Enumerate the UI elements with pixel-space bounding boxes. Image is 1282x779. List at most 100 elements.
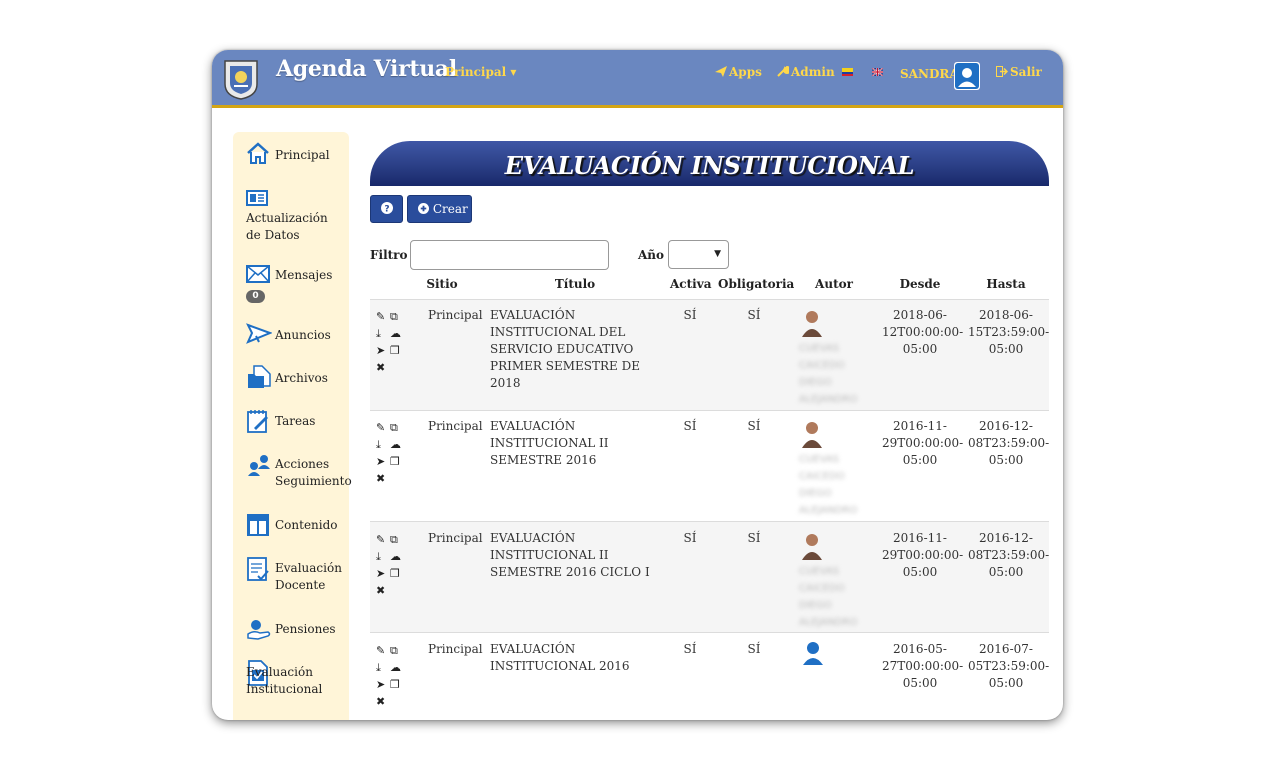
column-header-sitio[interactable]: Sitio — [420, 277, 464, 291]
edit-icon[interactable]: ⧉ — [390, 308, 404, 325]
english-flag-icon[interactable] — [872, 68, 883, 76]
cell-activa: SÍ — [683, 531, 697, 545]
top-navbar: Agenda Virtual Principal ▾ Apps Admin SA… — [212, 50, 1063, 108]
author-photo — [801, 307, 823, 337]
message-count-badge: 0 — [246, 290, 265, 303]
copy-icon[interactable]: ❐ — [390, 453, 404, 470]
edit-icon[interactable]: ⧉ — [390, 419, 404, 436]
cell-desde: 2018-06-12T00:00:00-05:00 — [882, 308, 964, 356]
delete-icon[interactable]: ✖ — [376, 693, 390, 710]
column-header-titulo[interactable]: Título — [490, 277, 660, 291]
cloud-icon[interactable]: ☁ — [390, 325, 404, 342]
cell-sitio: Principal — [428, 419, 483, 433]
cell-activa: SÍ — [683, 642, 697, 656]
send-icon[interactable]: ➤ — [376, 342, 390, 359]
cloud-icon[interactable]: ☁ — [390, 659, 404, 676]
edit-icon[interactable]: ⧉ — [390, 531, 404, 548]
cell-activa: SÍ — [683, 419, 697, 433]
megaphone-icon — [246, 323, 272, 344]
copy-icon[interactable]: ❐ — [390, 676, 404, 693]
create-button-label: Crear — [432, 202, 468, 216]
row-divider — [370, 410, 1049, 411]
cell-hasta: 2016-12-08T23:59:00-05:00 — [968, 531, 1050, 579]
year-select[interactable]: ▼ — [668, 240, 729, 269]
column-header-hasta[interactable]: Hasta — [970, 277, 1042, 291]
cell-hasta: 2018-06-15T23:59:00-05:00 — [968, 308, 1050, 356]
delete-icon[interactable]: ✖ — [376, 582, 390, 599]
send-icon[interactable]: ➤ — [376, 676, 390, 693]
pencil-icon[interactable]: ✎ — [376, 531, 390, 548]
download-icon[interactable]: ⤓ — [376, 548, 390, 565]
cell-autor: CUEVAS CAICEDO DIEGO ALEJANDRO — [799, 566, 858, 628]
column-header-autor[interactable]: Autor — [808, 277, 860, 291]
cell-titulo[interactable]: EVALUACIÓN INSTITUCIONAL II SEMESTRE 201… — [490, 418, 666, 469]
sidebar-item-label: Tareas — [275, 414, 316, 428]
cloud-icon[interactable]: ☁ — [390, 436, 404, 453]
download-icon[interactable]: ⤓ — [376, 659, 390, 676]
filter-input[interactable] — [410, 240, 609, 270]
send-icon[interactable]: ➤ — [376, 565, 390, 582]
row-actions: ✎ ⧉ ⤓ ☁ ➤ ❐ ✖ — [376, 308, 406, 376]
pencil-icon[interactable]: ✎ — [376, 642, 390, 659]
layout-icon — [247, 514, 269, 536]
column-header-desde[interactable]: Desde — [887, 277, 953, 291]
nav-admin-link[interactable]: Admin — [777, 65, 835, 79]
sidebar-item-label: Archivos — [275, 371, 328, 385]
cell-titulo[interactable]: EVALUACIÓN INSTITUCIONAL 2016 — [490, 641, 666, 675]
spanish-flag-icon[interactable] — [842, 68, 853, 76]
page-title: EVALUACIÓN INSTITUCIONAL — [504, 151, 915, 180]
cell-sitio: Principal — [428, 531, 483, 545]
cell-obligatoria: SÍ — [747, 531, 761, 545]
app-title[interactable]: Agenda Virtual — [276, 56, 457, 82]
copy-icon[interactable]: ❐ — [390, 342, 404, 359]
cell-hasta: 2016-12-08T23:59:00-05:00 — [968, 419, 1050, 467]
nav-user-name[interactable]: SANDRA — [900, 67, 959, 81]
user-icon — [803, 642, 823, 665]
cell-desde: 2016-05-27T00:00:00-05:00 — [882, 642, 964, 690]
help-button[interactable]: ? — [370, 195, 403, 223]
hand-money-icon — [247, 620, 271, 640]
cell-obligatoria: SÍ — [747, 642, 761, 656]
cell-obligatoria: SÍ — [747, 308, 761, 322]
nav-logout-link[interactable]: Salir — [996, 65, 1042, 79]
folders-icon — [248, 365, 271, 388]
cell-titulo[interactable]: EVALUACIÓN INSTITUCIONAL DEL SERVICIO ED… — [490, 307, 666, 392]
nav-apps-link[interactable]: Apps — [715, 65, 762, 79]
nav-principal-dropdown[interactable]: Principal ▾ — [445, 65, 516, 79]
sidebar-item-label: Actualización de Datos — [246, 211, 328, 242]
column-header-activa[interactable]: Activa — [670, 277, 711, 291]
app-window: Agenda Virtual Principal ▾ Apps Admin SA… — [212, 50, 1063, 720]
sidebar-item-label: Evaluación Docente — [275, 561, 342, 592]
delete-icon[interactable]: ✖ — [376, 359, 390, 376]
row-actions: ✎ ⧉ ⤓ ☁ ➤ ❐ ✖ — [376, 531, 406, 599]
user-avatar[interactable] — [954, 62, 980, 90]
pencil-icon[interactable]: ✎ — [376, 308, 390, 325]
row-actions: ✎ ⧉ ⤓ ☁ ➤ ❐ ✖ — [376, 642, 406, 710]
user-icon — [955, 63, 979, 89]
copy-icon[interactable]: ❐ — [390, 565, 404, 582]
cell-activa: SÍ — [683, 308, 697, 322]
sidebar-item-label: Pensiones — [275, 622, 336, 636]
cell-titulo[interactable]: EVALUACIÓN INSTITUCIONAL II SEMESTRE 201… — [490, 530, 666, 581]
row-actions: ✎ ⧉ ⤓ ☁ ➤ ❐ ✖ — [376, 419, 406, 487]
envelope-icon — [246, 265, 270, 283]
sidebar-item-label: Contenido — [275, 518, 338, 532]
download-icon[interactable]: ⤓ — [376, 436, 390, 453]
question-circle-icon: ? — [380, 202, 393, 215]
sidebar-item-label: Acciones Seguimiento — [275, 457, 352, 488]
pencil-icon[interactable]: ✎ — [376, 419, 390, 436]
cell-desde: 2016-11-29T00:00:00-05:00 — [882, 419, 964, 467]
page-title-banner: EVALUACIÓN INSTITUCIONAL — [370, 141, 1049, 186]
nav-admin-label: Admin — [791, 65, 835, 79]
cloud-icon[interactable]: ☁ — [390, 548, 404, 565]
edit-icon[interactable]: ⧉ — [390, 642, 404, 659]
caret-down-icon: ▼ — [714, 249, 721, 259]
column-header-obligatoria[interactable]: Obligatoria — [718, 277, 794, 291]
notepad-icon — [247, 410, 268, 433]
school-shield-logo[interactable] — [222, 58, 260, 100]
download-icon[interactable]: ⤓ — [376, 325, 390, 342]
create-button[interactable]: Crear — [407, 195, 472, 223]
send-icon[interactable]: ➤ — [376, 453, 390, 470]
delete-icon[interactable]: ✖ — [376, 470, 390, 487]
svg-text:?: ? — [384, 205, 389, 215]
